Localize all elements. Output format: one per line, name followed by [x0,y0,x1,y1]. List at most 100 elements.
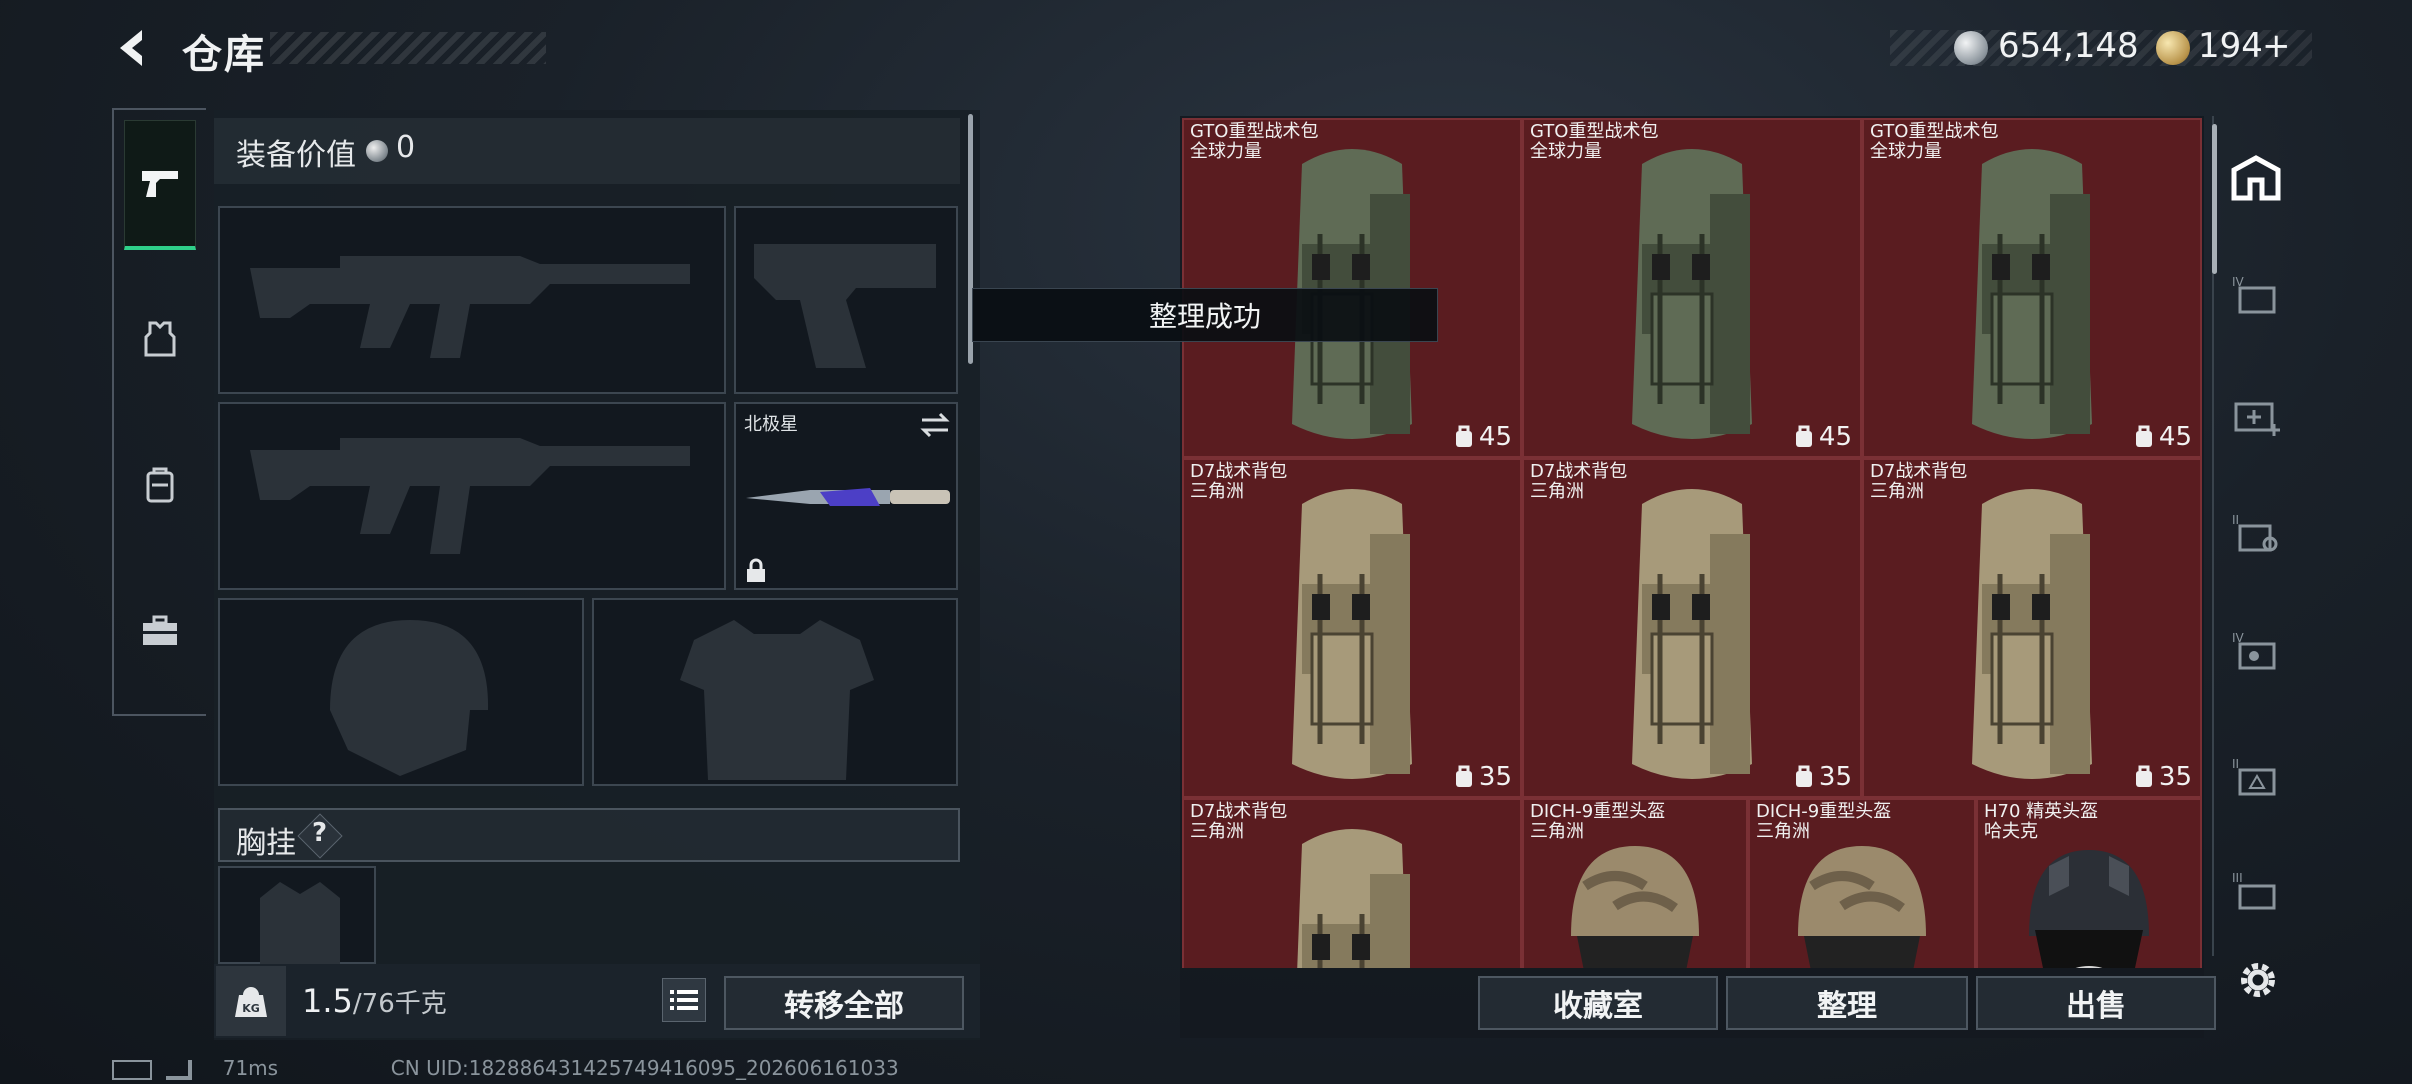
item-capacity: 35 [1453,762,1512,792]
item-origin: 三角洲 [1870,481,1924,502]
storage-tab-iv-case[interactable]: IV [2226,266,2286,326]
item-origin: 哈夫克 [1984,821,2038,842]
item-name: D7战术背包 [1870,461,1968,482]
item-name: DICH-9重型头盔 [1530,801,1666,822]
toolbox-icon [143,615,177,645]
item-name: GTO重型战术包 [1190,121,1319,142]
rail-tab-armor[interactable] [124,274,196,404]
storage-item[interactable]: GTO重型战术包 全球力量 45 [1522,118,1862,458]
storage-item[interactable]: D7战术背包 三角洲 35 [1862,458,2202,798]
vest-silhouette-icon [680,620,874,780]
item-name: GTO重型战术包 [1530,121,1659,142]
back-arrow-icon [120,30,142,66]
home-storage-icon [2231,155,2281,201]
storage-tab-iii-case[interactable]: III [2226,862,2286,922]
rail-tab-backpack[interactable] [124,420,196,550]
storage-tab-medkit[interactable] [2226,386,2286,446]
capacity-value: 35 [2158,762,2192,792]
backpack-capacity-icon [1795,765,1812,787]
organize-button[interactable]: 整理 [1726,976,1968,1030]
helmet-camo-icon [1782,826,1942,968]
chest-rig-slot[interactable] [218,866,376,966]
storage-item[interactable]: D7战术背包 三角洲 35 [1182,458,1522,798]
storage-item[interactable]: D7战术背包 三角洲 35 [1522,458,1862,798]
item-origin: 三角洲 [1530,481,1584,502]
keycard-icon: IV [2232,631,2276,670]
svg-text:III: III [2232,871,2243,885]
swap-icon[interactable] [920,412,950,438]
equip-value: 0 [396,130,416,165]
storage-item[interactable]: DICH-9重型头盔 三角洲 [1522,798,1748,968]
item-label: GTO重型战术包 全球力量 [1870,122,1998,162]
settings-button[interactable] [2228,950,2288,1010]
item-origin: 全球力量 [1530,141,1602,162]
tabs-scrollbar[interactable] [2212,124,2217,274]
backpack-tan-icon [1952,474,2112,796]
storage-tab-i-case[interactable]: II [2226,748,2286,808]
helmet-camo-icon [1555,826,1715,968]
case-tier4-icon: IV [2232,275,2276,314]
battery-icon [112,1059,152,1080]
armor-slot[interactable] [592,598,958,786]
case-tier2-icon: II [2232,513,2278,552]
primary-weapon-slot-1[interactable] [218,206,726,394]
helmet-slot[interactable] [218,598,584,786]
melee-name: 北极星 [744,414,798,435]
item-capacity: 45 [2133,422,2192,452]
rifle-silhouette-icon [250,438,690,554]
backpack-green-icon [1952,134,2112,456]
weight-icon-label: KG [242,1002,260,1015]
item-origin: 三角洲 [1190,821,1244,842]
melee-slot[interactable]: 北极星 [734,402,958,590]
storage-home-tab[interactable] [2226,148,2286,208]
chest-rig-silhouette-icon [260,882,340,966]
silver-coin-icon [1954,31,1988,65]
status-bar: 71ms CN UID:182886431425749416095_202606… [112,1056,899,1080]
sidearm-slot[interactable] [734,206,958,394]
item-label: DICH-9重型头盔 三角洲 [1530,802,1665,842]
helmet-black-icon [2009,826,2169,968]
storage-grid: GTO重型战术包 全球力量 45 GTO重型战术包 全球力量 45 GTO重型战… [1182,118,2202,968]
add-gold-button[interactable]: + [2262,26,2291,66]
transfer-all-button[interactable]: 转移全部 [724,976,964,1030]
rail-tab-case[interactable] [124,566,196,696]
rail-tab-weapons[interactable] [124,120,196,250]
backpack-capacity-icon [2135,765,2152,787]
case-tier3-icon: III [2232,871,2276,910]
storage-tab-iv-key[interactable]: IV [2226,622,2286,682]
rifle-silhouette-icon [250,256,690,358]
pistol-icon [142,170,178,197]
item-name: D7战术背包 [1530,461,1628,482]
back-button[interactable] [112,26,156,70]
backpack-icon [146,467,174,503]
primary-weapon-slot-2[interactable] [218,402,726,590]
storage-item[interactable]: H70 精英头盔 哈夫克 [1976,798,2202,968]
storage-item[interactable]: GTO重型战术包 全球力量 45 [1862,118,2202,458]
backpack-tan-icon [1612,474,1772,796]
knife-icon [746,488,950,506]
case-tier1-icon: II [2232,757,2276,796]
list-view-button[interactable] [662,978,706,1022]
item-label: GTO重型战术包 全球力量 [1190,122,1318,162]
gear-icon [2241,963,2275,997]
medkit-icon [2234,402,2280,436]
coin-icon [366,140,388,162]
backpack-tan-icon [1272,474,1432,796]
backpack-tan-icon [1272,814,1432,968]
storage-tab-ii-case[interactable]: II [2226,504,2286,564]
gold-coin-icon [2156,31,2190,65]
storage-item[interactable]: DICH-9重型头盔 三角洲 [1748,798,1976,968]
item-capacity: 45 [1793,422,1852,452]
item-name: D7战术背包 [1190,801,1288,822]
storage-item[interactable]: D7战术背包 三角洲 [1182,798,1522,968]
collection-room-button[interactable]: 收藏室 [1478,976,1718,1030]
armor-vest-icon [144,321,176,357]
item-label: H70 精英头盔 哈夫克 [1984,802,2098,842]
help-icon-text: ? [312,818,328,848]
page-title: 仓库 [182,32,266,78]
backpack-green-icon [1612,134,1772,456]
item-name: GTO重型战术包 [1870,121,1999,142]
item-label: GTO重型战术包 全球力量 [1530,122,1658,162]
item-name: DICH-9重型头盔 [1756,801,1892,822]
sell-button[interactable]: 出售 [1976,976,2216,1030]
